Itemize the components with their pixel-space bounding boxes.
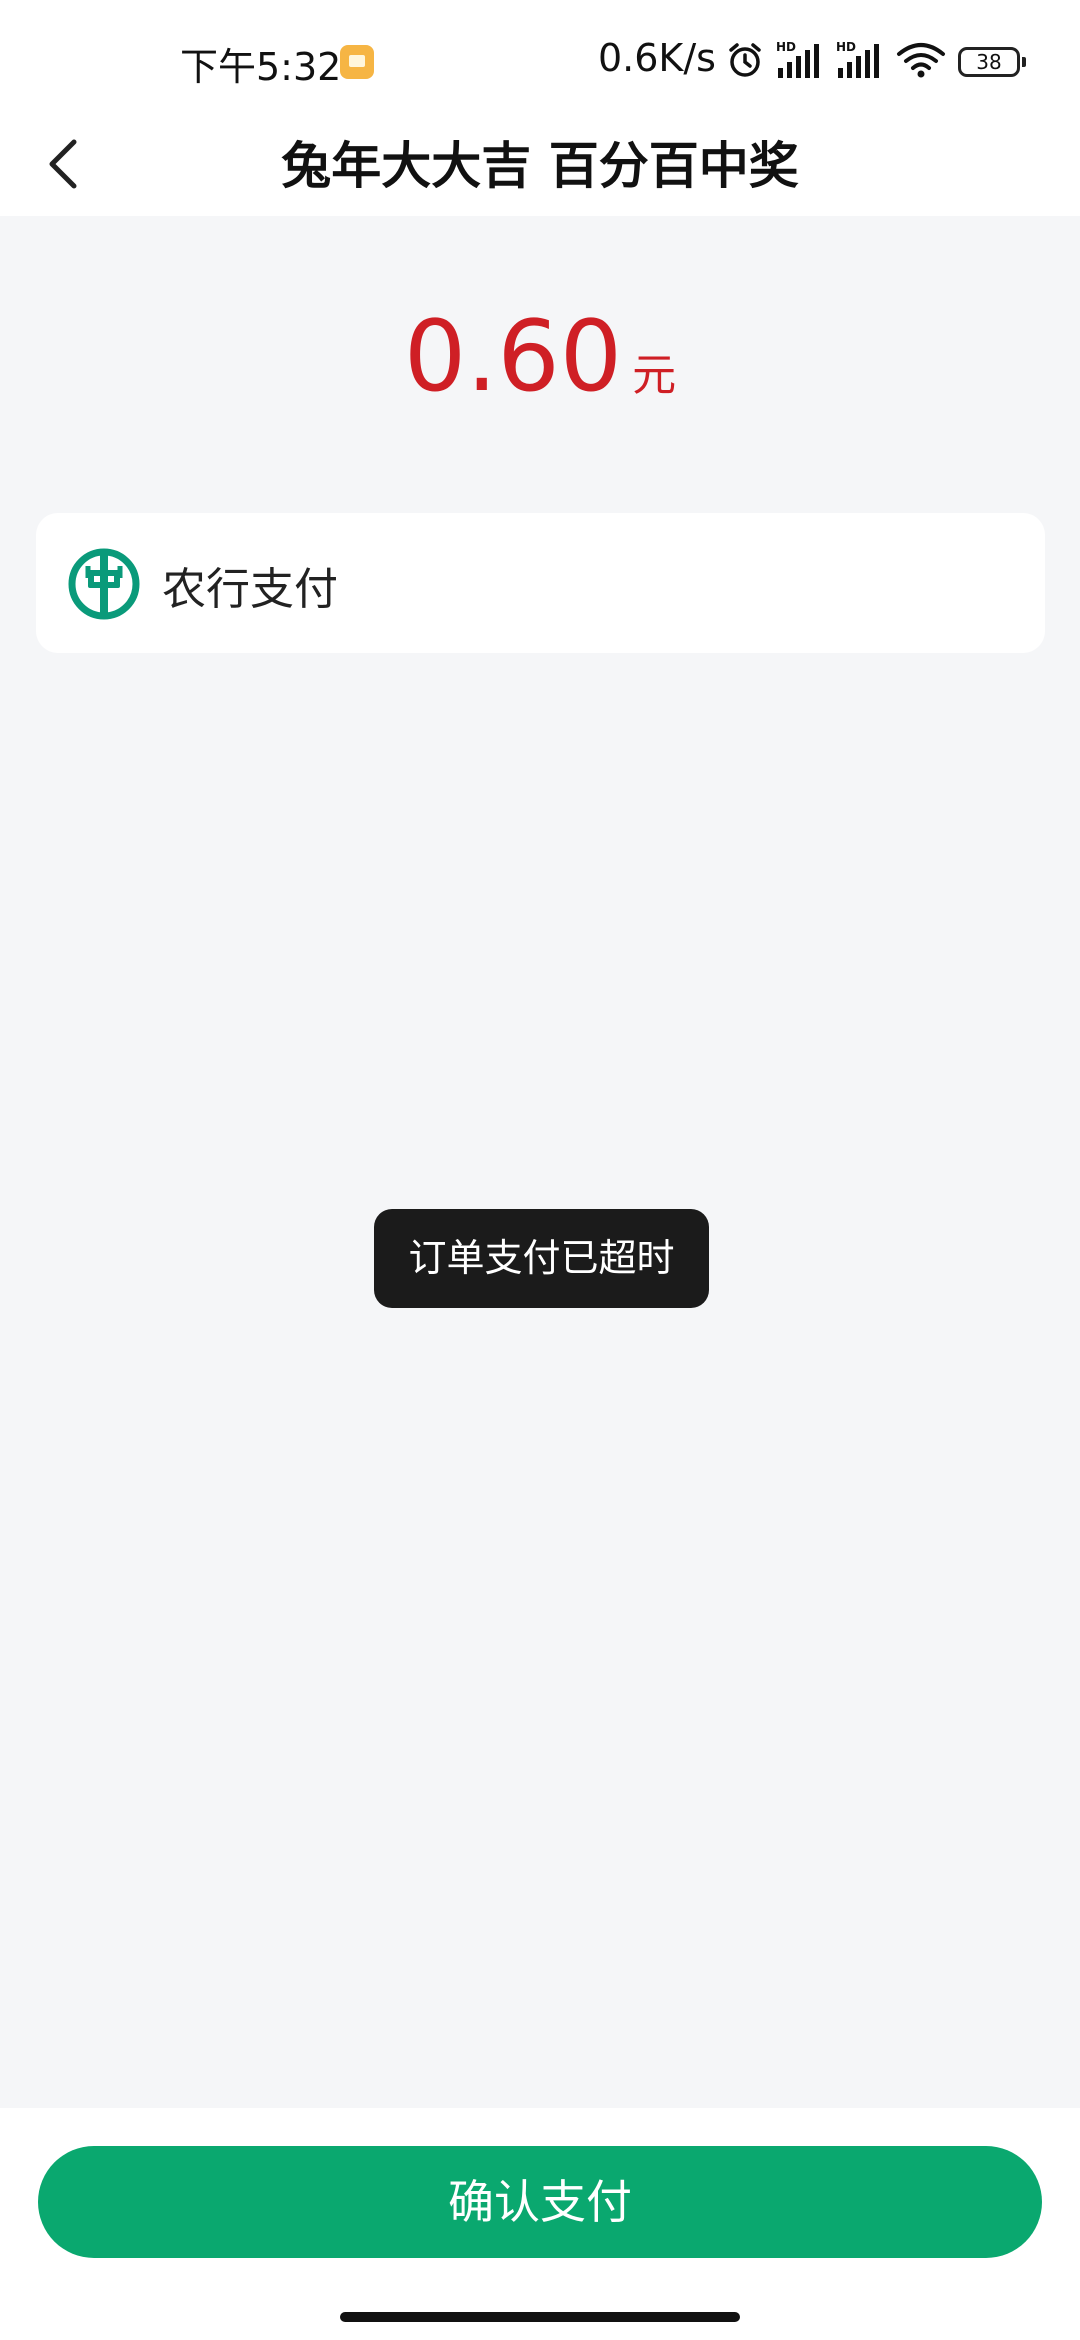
app-notification-icon xyxy=(340,45,374,79)
confirm-payment-button[interactable]: 确认支付 xyxy=(38,2146,1042,2258)
payment-amount: 0.60 元 xyxy=(0,300,1080,414)
wifi-icon xyxy=(897,43,945,78)
signal-hd-icon xyxy=(778,44,819,78)
page-title: 兔年大大吉 百分百中奖 xyxy=(281,137,799,195)
bottom-action-area: 确认支付 xyxy=(0,2108,1080,2340)
battery-icon: 38 xyxy=(958,47,1026,77)
navigation-bar: 兔年大大吉 百分百中奖 xyxy=(0,120,1080,216)
abc-bank-logo xyxy=(68,548,140,620)
status-time: 下午5:32 xyxy=(180,45,342,89)
payment-method-label: 农行支付 xyxy=(162,564,338,615)
network-speed: 0.6K/s xyxy=(598,36,716,80)
alarm-icon xyxy=(729,43,761,77)
amount-value: 0.60 xyxy=(403,300,623,414)
toast-message: 订单支付已超时 xyxy=(374,1209,709,1308)
amount-unit: 元 xyxy=(632,350,677,401)
home-indicator[interactable] xyxy=(340,2312,740,2322)
payment-method-abc[interactable]: 农行支付 xyxy=(36,513,1045,653)
signal-hd-icon xyxy=(838,44,879,78)
status-bar: 下午5:32 0.6K/s HD HD 38 xyxy=(0,0,1080,120)
